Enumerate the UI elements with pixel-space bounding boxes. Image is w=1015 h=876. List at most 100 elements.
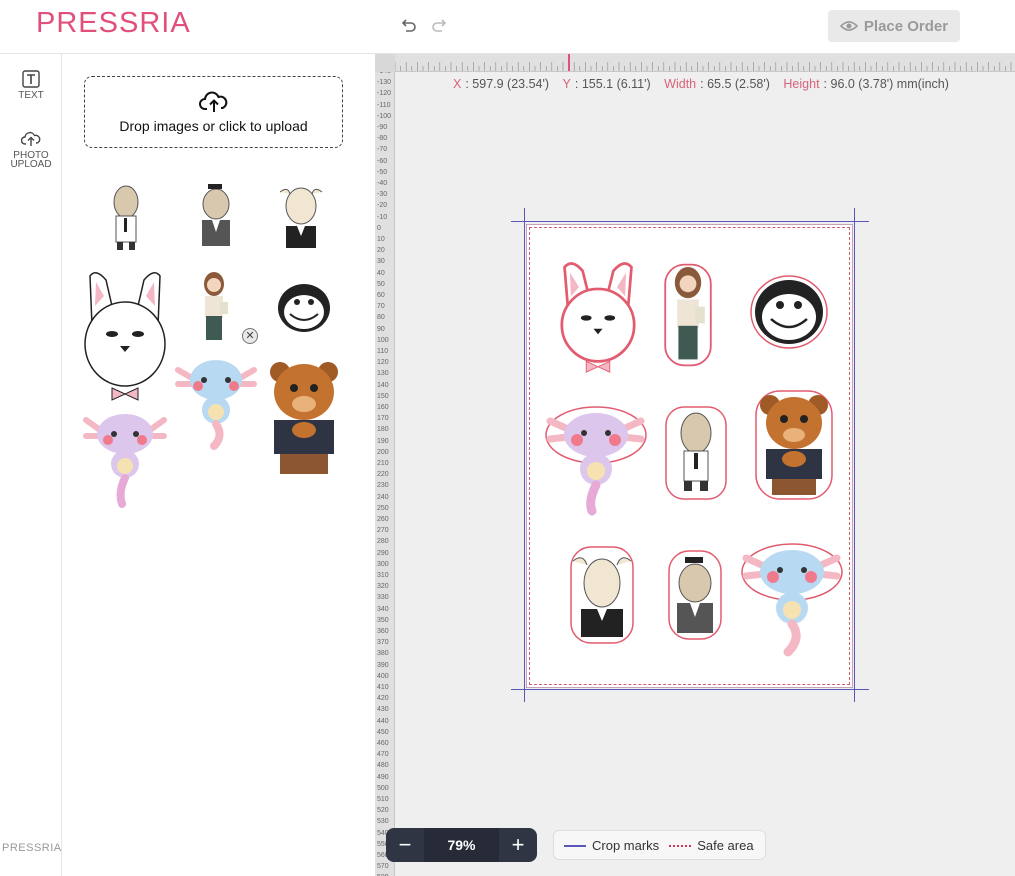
thumb-cow-face[interactable] bbox=[276, 280, 332, 336]
ruler-tick-label: 440 bbox=[377, 717, 389, 725]
thumb-donkey-suit[interactable] bbox=[194, 180, 238, 250]
thumb-girl[interactable] bbox=[196, 270, 232, 344]
ruler-tick-label: -120 bbox=[377, 90, 392, 98]
rail-item-text[interactable]: TEXT bbox=[0, 70, 62, 101]
coord-width-label: Width bbox=[664, 77, 697, 91]
ruler-tick-label: -110 bbox=[377, 101, 391, 109]
legend-safe-label: Safe area bbox=[697, 837, 754, 853]
thumb-bulldog-bunny[interactable] bbox=[82, 266, 168, 406]
ruler-tick-label: 40 bbox=[377, 269, 385, 277]
ruler-vertical[interactable]: -140-130-120-110-100-90-80-70-60-50-40-3… bbox=[375, 72, 395, 876]
crop-mark-left bbox=[524, 208, 525, 702]
ruler-corner bbox=[375, 54, 395, 72]
sticker-sheet[interactable] bbox=[526, 224, 853, 688]
ruler-tick-label: -60 bbox=[377, 157, 388, 165]
undo-icon[interactable] bbox=[398, 16, 418, 36]
sticker-axolotl-blue[interactable] bbox=[740, 540, 843, 658]
sticker-axolotl-pink[interactable] bbox=[544, 405, 647, 517]
brand-logo[interactable]: PRESSRIA bbox=[36, 7, 191, 40]
zoom-out-button[interactable]: − bbox=[386, 828, 424, 862]
legend-crop-marks: Crop marks bbox=[564, 838, 659, 853]
ruler-tick-label: 20 bbox=[377, 247, 385, 255]
guide-legend: Crop marks Safe area bbox=[553, 830, 766, 860]
ruler-tick-label: -10 bbox=[377, 213, 388, 221]
rail-item-label-line2: UPLOAD bbox=[10, 159, 52, 170]
ruler-tick-label: 170 bbox=[377, 415, 389, 423]
ruler-tick-label: -30 bbox=[377, 191, 388, 199]
ruler-position-marker bbox=[568, 54, 570, 71]
thumb-bear-suit[interactable] bbox=[264, 358, 344, 478]
coord-x-label: X bbox=[453, 77, 462, 91]
sticker-donkey-tall[interactable] bbox=[664, 405, 728, 501]
zoom-control: − 79% + bbox=[386, 828, 537, 862]
cloud-upload-icon bbox=[198, 91, 227, 112]
rail-brand-logo: PRESSRIA bbox=[2, 842, 62, 854]
ruler-tick-label: 420 bbox=[377, 695, 389, 703]
thumb-cow-suit[interactable] bbox=[276, 180, 326, 250]
ruler-tick-label: 140 bbox=[377, 381, 389, 389]
upload-label: Drop images or click to upload bbox=[119, 118, 308, 134]
crop-mark-bottom bbox=[511, 689, 869, 690]
ruler-tick-label: -100 bbox=[377, 112, 392, 120]
sticker-cow-suit[interactable] bbox=[567, 545, 637, 645]
safe-area-swatch bbox=[669, 845, 692, 848]
ruler-tick-label: 340 bbox=[377, 605, 389, 613]
ruler-tick-label: -20 bbox=[377, 202, 388, 210]
ruler-tick-label: 180 bbox=[377, 426, 389, 434]
cloud-upload-icon bbox=[20, 131, 41, 146]
sticker-cow-face[interactable] bbox=[749, 273, 829, 351]
ruler-tick-label: 270 bbox=[377, 527, 389, 535]
sticker-bear-suit[interactable] bbox=[754, 389, 834, 501]
ruler-tick-label: -70 bbox=[377, 146, 388, 154]
ruler-tick-label: 400 bbox=[377, 672, 389, 680]
ruler-tick-label: 470 bbox=[377, 751, 389, 759]
ruler-tick-label: 380 bbox=[377, 650, 389, 658]
legend-crop-label: Crop marks bbox=[592, 837, 660, 853]
ruler-tick-label: 210 bbox=[377, 460, 389, 467]
ruler-tick-label: 280 bbox=[377, 538, 389, 546]
ruler-tick-label: 460 bbox=[377, 740, 389, 747]
ruler-tick-label: -140 bbox=[377, 72, 391, 75]
place-order-button[interactable]: Place Order bbox=[828, 10, 960, 42]
rail-item-photo-upload[interactable]: PHOTO UPLOAD bbox=[0, 130, 62, 170]
sticker-bulldog-bunny[interactable] bbox=[559, 260, 637, 374]
ruler-tick-label: 70 bbox=[377, 303, 385, 311]
ruler-tick-label: 430 bbox=[377, 706, 389, 714]
ruler-horizontal[interactable] bbox=[395, 54, 1015, 72]
ruler-tick-label: -40 bbox=[377, 180, 388, 187]
ruler-tick-label: 490 bbox=[377, 773, 389, 781]
thumb-donkey-tall[interactable] bbox=[104, 180, 148, 252]
ruler-tick-label: 230 bbox=[377, 482, 389, 490]
ruler-tick-label: 250 bbox=[377, 504, 389, 512]
ruler-tick-label: 120 bbox=[377, 359, 389, 367]
ruler-tick-label: 100 bbox=[377, 336, 389, 344]
ruler-tick-label: 130 bbox=[377, 370, 389, 378]
ruler-tick-label: 310 bbox=[377, 572, 389, 579]
sticker-girl[interactable] bbox=[664, 263, 712, 367]
ruler-tick-label: -80 bbox=[377, 135, 388, 143]
ruler-tick-label: 200 bbox=[377, 448, 389, 456]
ruler-tick-label: 510 bbox=[377, 796, 389, 803]
ruler-tick-label: 260 bbox=[377, 516, 389, 523]
remove-thumb-button[interactable]: ✕ bbox=[242, 328, 258, 344]
ruler-tick-label: 50 bbox=[377, 280, 385, 288]
coord-height-label: Height bbox=[783, 77, 820, 91]
coord-x-value: : 597.9 (23.54') bbox=[465, 77, 550, 91]
coord-height-value: : 96.0 (3.78') mm(inch) bbox=[823, 77, 949, 91]
ruler-tick-label: 90 bbox=[377, 325, 385, 333]
ruler-tick-label: 240 bbox=[377, 493, 389, 501]
redo-icon[interactable] bbox=[430, 16, 450, 36]
ruler-tick-label: 80 bbox=[377, 314, 385, 322]
top-bar: PRESSRIA Place Order bbox=[0, 0, 1015, 54]
thumb-axolotl-blue[interactable] bbox=[174, 356, 258, 452]
zoom-in-button[interactable]: + bbox=[499, 828, 537, 862]
ruler-tick-label: 30 bbox=[377, 258, 385, 266]
upload-dropzone[interactable]: Drop images or click to upload bbox=[84, 76, 343, 148]
canvas-area[interactable]: -140-130-120-110-100-90-80-70-60-50-40-3… bbox=[375, 54, 1015, 876]
zoom-level: 79% bbox=[424, 828, 499, 862]
sticker-donkey-suit[interactable] bbox=[667, 549, 723, 641]
upload-panel: Drop images or click to upload ✕ bbox=[62, 54, 375, 876]
ruler-tick-label: 480 bbox=[377, 762, 389, 770]
ruler-tick-label: 350 bbox=[377, 616, 389, 624]
thumb-axolotl-pink[interactable] bbox=[82, 410, 168, 510]
